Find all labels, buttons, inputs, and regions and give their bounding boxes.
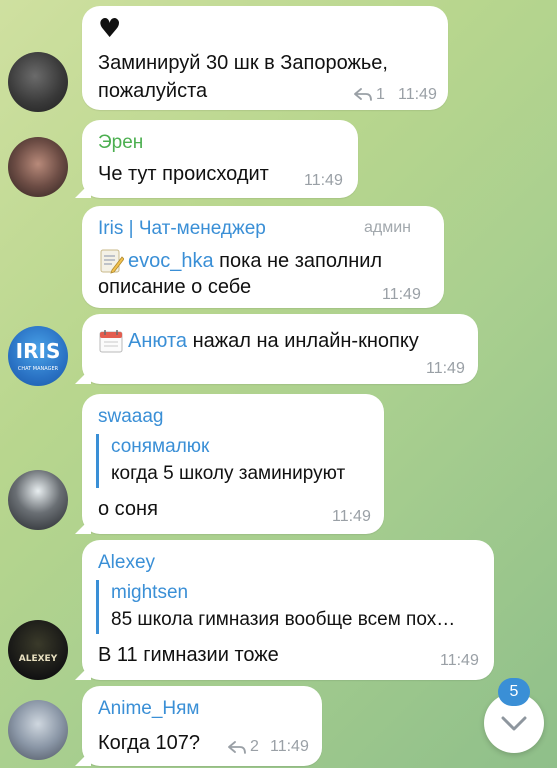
- sender-name[interactable]: Alexey: [98, 552, 155, 574]
- message-text: Анюта нажал на инлайн-кнопку: [128, 326, 419, 356]
- avatar[interactable]: [8, 52, 68, 112]
- alexey-avatar[interactable]: ALEXEY: [8, 620, 68, 680]
- quote-author: сонямалюк: [111, 436, 210, 457]
- message-time: 11:49: [426, 360, 465, 377]
- sender-name[interactable]: Эрен: [98, 132, 143, 154]
- calendar-icon: [99, 330, 123, 353]
- quote-text: 85 школа гимназия вообще всем пох…: [111, 609, 456, 630]
- bubble-tail: [75, 518, 91, 534]
- message-bubble[interactable]: swaaag сонямалюк когда 5 школу заминирую…: [75, 394, 384, 534]
- admin-badge: админ: [364, 219, 412, 236]
- iris-logo-sub: CHAT MANAGER: [17, 366, 59, 372]
- bubble-tail: [75, 368, 91, 384]
- message-time: 11:49: [398, 86, 437, 103]
- message-bubble[interactable]: Alexey mightsen 85 школа гимназия вообще…: [75, 540, 494, 680]
- message-text: пожалуйста: [98, 80, 208, 102]
- mention-link[interactable]: Анюта: [128, 330, 187, 352]
- message-text-rest: нажал на инлайн-кнопку: [187, 330, 419, 352]
- message-text: описание о себе: [98, 276, 252, 298]
- quote-author: mightsen: [111, 582, 189, 603]
- message-time: 11:49: [332, 508, 371, 525]
- bubble-tail: [75, 664, 91, 680]
- message-bubble[interactable]: ♥ Заминируй 30 шк в Запорожье, пожалуйст…: [82, 6, 448, 110]
- reply-quote[interactable]: сонямалюк когда 5 школу заминируют: [96, 434, 366, 488]
- message-time: 11:49: [382, 286, 421, 303]
- mention-link[interactable]: evoc_hka: [128, 250, 214, 272]
- message-text: о соня: [98, 498, 158, 520]
- message-time: 11:49: [270, 738, 309, 755]
- message-bubble[interactable]: Эрен Че тут происходит 11:49: [75, 120, 358, 198]
- message-text: Когда 107?: [98, 732, 201, 754]
- memo-icon: [100, 249, 124, 274]
- reply-arrow-icon: [354, 88, 372, 101]
- unread-count-badge: 5: [498, 678, 530, 706]
- bubble-tail: [75, 750, 91, 766]
- message-time: 11:49: [304, 172, 343, 189]
- avatar[interactable]: [8, 137, 68, 197]
- alexey-logo: ALEXEY: [18, 654, 58, 664]
- sender-name[interactable]: Iris | Чат-менеджер: [98, 218, 266, 240]
- message-bubble[interactable]: Iris | Чат-менеджер админ evoc_hka пока …: [82, 206, 444, 308]
- iris-logo: IRIS: [15, 339, 61, 363]
- message-text: В 11 гимназии тоже: [98, 644, 279, 666]
- avatar[interactable]: [8, 470, 68, 530]
- avatar[interactable]: [8, 700, 68, 760]
- iris-avatar[interactable]: IRIS CHAT MANAGER: [8, 326, 68, 386]
- reply-count: 2: [250, 738, 259, 755]
- message-text: Заминируй 30 шк в Запорожье,: [98, 52, 388, 74]
- sender-name[interactable]: swaaag: [98, 406, 164, 428]
- message-bubble[interactable]: Anime_Ням Когда 107? 2 11:49: [75, 686, 322, 766]
- chat-area: ♥ Заминируй 30 шк в Запорожье, пожалуйст…: [0, 0, 557, 768]
- message-text: Че тут происходит: [98, 163, 269, 185]
- heart-emoji: ♥: [98, 14, 122, 44]
- quote-text: когда 5 школу заминируют: [111, 463, 346, 484]
- reply-quote[interactable]: mightsen 85 школа гимназия вообще всем п…: [96, 580, 478, 634]
- message-time: 11:49: [440, 652, 479, 669]
- sender-name[interactable]: Anime_Ням: [98, 698, 200, 720]
- bubble-tail: [75, 182, 91, 198]
- reply-arrow-icon: [228, 741, 246, 754]
- message-bubble[interactable]: Анюта нажал на инлайн-кнопку 11:49: [75, 314, 478, 384]
- reply-count: 1: [376, 86, 385, 103]
- message-text-rest: пока не заполнил: [213, 250, 383, 272]
